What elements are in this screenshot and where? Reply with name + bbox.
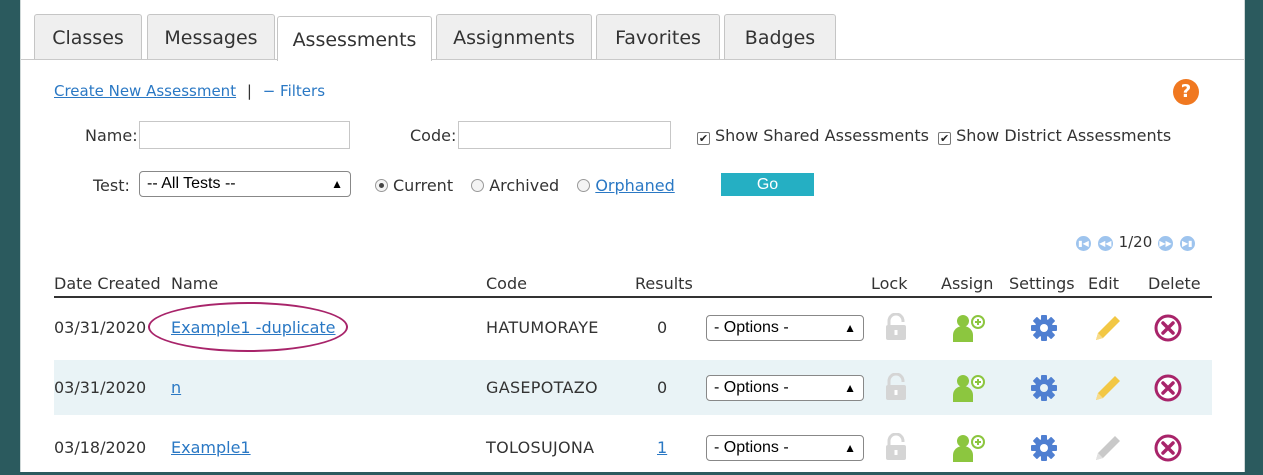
lock-icon[interactable] xyxy=(884,373,908,401)
help-icon[interactable]: ? xyxy=(1173,79,1199,105)
row-date: 03/31/2020 xyxy=(54,378,147,397)
select-arrows-icon: ▲ xyxy=(844,321,856,335)
pencil-icon[interactable] xyxy=(1093,373,1123,403)
col-code[interactable]: Code xyxy=(486,274,527,293)
show-shared-label: Show Shared Assessments xyxy=(715,126,929,145)
delete-icon[interactable] xyxy=(1154,374,1182,402)
orphaned-radio[interactable] xyxy=(577,179,591,192)
create-assessment-link[interactable]: Create New Assessment xyxy=(54,82,236,100)
assign-user-icon[interactable] xyxy=(952,373,986,403)
row-code: TOLOSUJONA xyxy=(486,438,595,457)
gear-icon[interactable] xyxy=(1030,374,1058,402)
table-header: Date Created Name Code Results Lock Assi… xyxy=(54,272,1212,298)
assign-user-icon[interactable] xyxy=(952,313,986,343)
delete-icon[interactable] xyxy=(1154,314,1182,342)
gear-icon[interactable] xyxy=(1030,434,1058,462)
col-edit: Edit xyxy=(1088,274,1119,293)
tab-assignments[interactable]: Assignments xyxy=(436,14,592,59)
prev-page-icon[interactable]: ◀◀ xyxy=(1097,236,1113,251)
assessments-panel: Create New Assessment | − Filters ? Name… xyxy=(21,60,1244,472)
lock-icon[interactable] xyxy=(884,313,908,341)
row-name-link[interactable]: Example1 -duplicate xyxy=(171,318,336,337)
tab-badges[interactable]: Badges xyxy=(724,14,836,59)
assign-user-icon[interactable] xyxy=(952,433,986,463)
tab-bar: Classes Messages Assessments Assignments… xyxy=(21,0,1244,61)
row-results: 0 xyxy=(657,378,668,397)
lock-icon[interactable] xyxy=(884,433,908,461)
col-delete: Delete xyxy=(1148,274,1201,293)
row-code: GASEPOTAZO xyxy=(486,378,598,397)
archived-radio[interactable] xyxy=(471,179,485,192)
row-results-link[interactable]: 1 xyxy=(657,438,667,457)
code-input[interactable] xyxy=(458,121,671,149)
tab-messages[interactable]: Messages xyxy=(147,14,275,59)
tab-favorites[interactable]: Favorites xyxy=(596,14,720,59)
row-options-select[interactable]: - Options - ▲ xyxy=(706,435,864,461)
main-frame: Classes Messages Assessments Assignments… xyxy=(20,0,1245,472)
test-select[interactable]: -- All Tests -- ▲ xyxy=(139,171,351,197)
pencil-icon[interactable] xyxy=(1093,313,1123,343)
tab-classes[interactable]: Classes xyxy=(34,14,142,59)
delete-icon[interactable] xyxy=(1154,434,1182,462)
page-indicator: 1/20 xyxy=(1118,233,1153,251)
show-district-label: Show District Assessments xyxy=(956,126,1172,145)
col-name[interactable]: Name xyxy=(171,274,218,293)
row-code: HATUMORAYE xyxy=(486,318,599,337)
pencil-icon[interactable] xyxy=(1093,433,1123,463)
options-value: - Options - xyxy=(714,439,789,456)
col-lock: Lock xyxy=(871,274,908,293)
row-date: 03/18/2020 xyxy=(54,438,147,457)
archived-radio-label: Archived xyxy=(489,176,560,195)
first-page-icon[interactable]: ▮◀ xyxy=(1076,236,1091,251)
col-date-created[interactable]: Date Created xyxy=(54,274,161,293)
filters-toggle-link[interactable]: − Filters xyxy=(263,82,325,100)
table-row: 03/31/2020 Example1 -duplicate HATUMORAY… xyxy=(54,300,1212,355)
link-separator: | xyxy=(246,82,252,100)
row-date: 03/31/2020 xyxy=(54,318,147,337)
current-radio-label: Current xyxy=(393,176,454,195)
current-radio[interactable] xyxy=(375,179,388,192)
orphaned-link[interactable]: Orphaned xyxy=(595,176,674,195)
test-select-value: -- All Tests -- xyxy=(147,175,236,192)
name-label: Name: xyxy=(85,126,138,145)
select-arrows-icon: ▲ xyxy=(331,177,343,191)
go-button[interactable]: Go xyxy=(721,173,814,196)
name-input[interactable] xyxy=(139,121,350,149)
test-label: Test: xyxy=(93,176,130,195)
row-options-select[interactable]: - Options - ▲ xyxy=(706,375,864,401)
table-row: 03/18/2020 Example1 TOLOSUJONA 1 - Optio… xyxy=(54,420,1212,475)
show-shared-checkbox[interactable]: ✔ xyxy=(697,132,710,145)
tab-assessments[interactable]: Assessments xyxy=(277,16,432,61)
row-name-link[interactable]: Example1 xyxy=(171,438,251,457)
pager: ▮◀ ◀◀ 1/20 ▶▶ ▶▮ xyxy=(1075,233,1196,251)
options-value: - Options - xyxy=(714,319,789,336)
top-links: Create New Assessment | − Filters xyxy=(54,82,325,100)
row-name-link[interactable]: n xyxy=(171,378,181,397)
row-options-select[interactable]: - Options - ▲ xyxy=(706,315,864,341)
table-row: 03/31/2020 n GASEPOTAZO 0 - Options - ▲ xyxy=(54,360,1212,415)
shared-filter: ✔ Show Shared Assessments ✔ Show District … xyxy=(697,126,1171,145)
next-page-icon[interactable]: ▶▶ xyxy=(1158,236,1174,251)
col-assign: Assign xyxy=(941,274,994,293)
row-results: 0 xyxy=(657,318,668,337)
col-settings: Settings xyxy=(1009,274,1075,293)
select-arrows-icon: ▲ xyxy=(844,441,856,455)
col-results[interactable]: Results xyxy=(635,274,693,293)
select-arrows-icon: ▲ xyxy=(844,381,856,395)
options-value: - Options - xyxy=(714,379,789,396)
last-page-icon[interactable]: ▶▮ xyxy=(1179,236,1195,251)
code-label: Code: xyxy=(410,126,457,145)
gear-icon[interactable] xyxy=(1030,314,1058,342)
show-district-checkbox[interactable]: ✔ xyxy=(938,132,952,145)
status-radios: Current Archived Orphaned xyxy=(375,176,675,195)
